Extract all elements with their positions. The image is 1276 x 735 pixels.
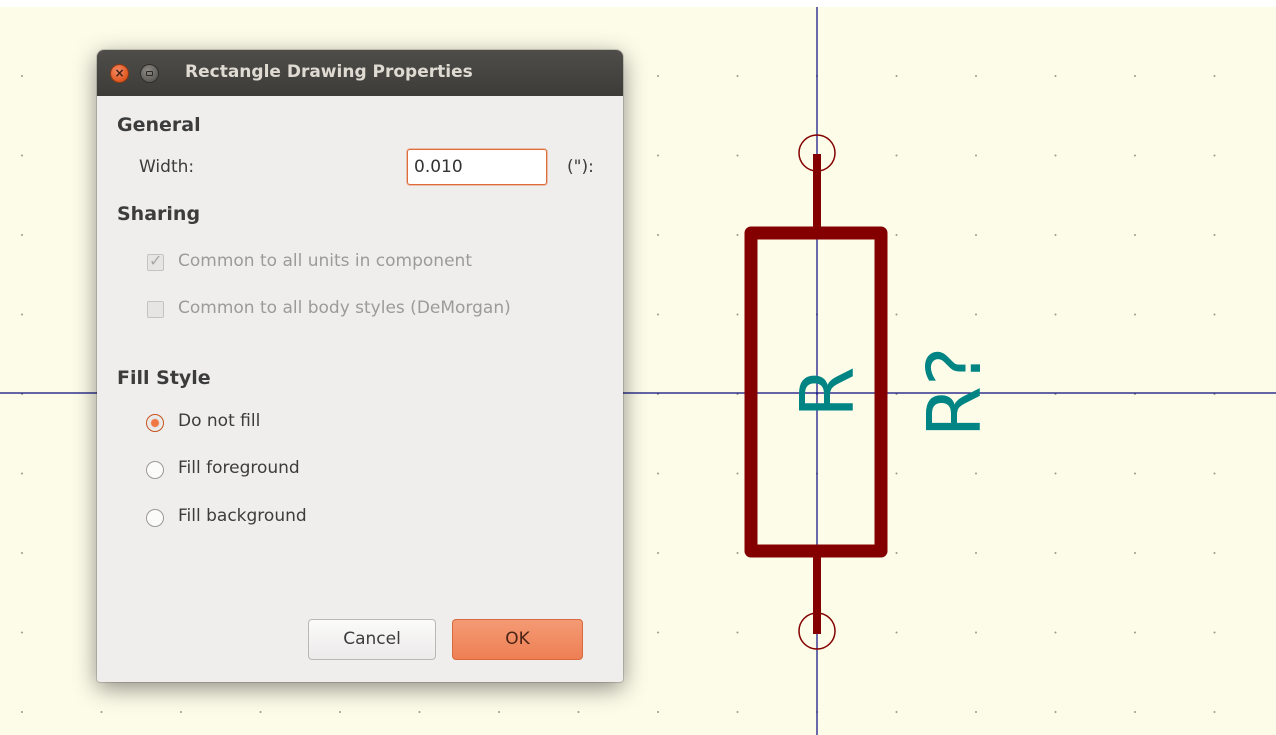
grid-dot (895, 234, 898, 236)
grid-dot (1213, 472, 1216, 475)
grid-dot (1213, 552, 1216, 554)
common-body-styles-label: Common to all body styles (DeMorgan) (178, 298, 511, 318)
fill-style-heading: Fill Style (117, 367, 211, 389)
grid-dot (895, 313, 898, 316)
grid-dot (975, 711, 977, 713)
grid-dot (657, 711, 659, 713)
grid-dot (498, 711, 500, 713)
checkmark-icon: ✓ (149, 251, 163, 270)
grid-dot (1134, 711, 1136, 713)
grid-dot (1134, 472, 1136, 475)
grid-dot (1213, 154, 1216, 157)
cancel-button[interactable]: Cancel (308, 619, 436, 660)
grid-dot (21, 472, 23, 475)
grid-dot (895, 75, 898, 77)
fill-background-label: Fill background (178, 506, 307, 526)
rectangle-properties-dialog: × Rectangle Drawing Properties General W… (97, 50, 623, 682)
grid-dot (180, 711, 182, 713)
close-icon[interactable]: × (110, 64, 129, 83)
sharing-heading: Sharing (117, 203, 201, 225)
grid-dot (657, 234, 659, 236)
grid-dot (736, 154, 739, 157)
grid-dot (1134, 75, 1136, 77)
grid-dot (736, 472, 739, 475)
width-input[interactable] (407, 149, 547, 185)
grid-dot (975, 313, 977, 316)
grid-dot (736, 313, 739, 316)
value-field[interactable]: R (785, 366, 871, 417)
common-units-checkbox[interactable]: ✓ (147, 251, 164, 271)
common-units-label: Common to all units in component (178, 251, 472, 271)
grid-dot (736, 552, 739, 554)
grid-dot (1134, 631, 1136, 634)
grid-dot (21, 75, 23, 77)
grid-dot (1054, 75, 1057, 77)
grid-dot (736, 234, 739, 236)
grid-dot (975, 631, 977, 634)
grid-dot (975, 234, 977, 236)
grid-dot (1134, 313, 1136, 316)
grid-dot (657, 472, 659, 475)
radio-fill-foreground[interactable] (146, 461, 164, 479)
grid-dot (1054, 154, 1057, 157)
grid-dot (975, 472, 977, 475)
dialog-titlebar[interactable]: × Rectangle Drawing Properties (97, 50, 623, 96)
grid-dot (577, 711, 580, 713)
grid-dot (895, 631, 898, 634)
grid-dot (1213, 313, 1216, 316)
grid-dot (1134, 234, 1136, 236)
grid-dot (21, 154, 23, 157)
minimize-icon[interactable] (140, 64, 159, 83)
radio-fill-background[interactable] (146, 509, 164, 527)
grid-dot (1054, 472, 1057, 475)
grid-dot (895, 552, 898, 554)
common-body-styles-checkbox[interactable] (147, 301, 164, 318)
grid-dot (1134, 552, 1136, 554)
grid-dot (1054, 552, 1057, 554)
grid-dot (1213, 75, 1216, 77)
radio-do-not-fill[interactable] (146, 414, 164, 432)
grid-dot (1134, 154, 1136, 157)
grid-dot (736, 75, 739, 77)
grid-dot (736, 631, 739, 634)
grid-dot (1054, 234, 1057, 236)
grid-dot (895, 154, 898, 157)
grid-dot (657, 552, 659, 554)
grid-dot (657, 154, 659, 157)
general-heading: General (117, 114, 201, 136)
grid-dot (1213, 631, 1216, 634)
grid-dot (21, 552, 23, 554)
grid-dot (339, 711, 341, 713)
grid-dot (657, 631, 659, 634)
grid-dot (895, 472, 898, 475)
grid-dot (259, 711, 262, 713)
ok-button[interactable]: OK (452, 619, 583, 660)
grid-dot (21, 234, 23, 236)
dialog-title: Rectangle Drawing Properties (185, 62, 473, 82)
fill-foreground-label: Fill foreground (178, 458, 300, 478)
grid-dot (1213, 711, 1216, 713)
grid-dot (21, 711, 23, 713)
grid-dot (100, 711, 103, 713)
grid-dot (975, 75, 977, 77)
grid-dot (736, 711, 739, 713)
do-not-fill-label: Do not fill (178, 411, 261, 431)
reference-field[interactable]: R? (912, 347, 998, 438)
grid-dot (1213, 234, 1216, 236)
grid-dot (975, 154, 977, 157)
width-unit-label: ("): (567, 157, 594, 177)
grid-dot (1054, 711, 1057, 713)
grid-dot (21, 313, 23, 316)
grid-dot (657, 313, 659, 316)
grid-dot (418, 711, 421, 713)
grid-dot (975, 552, 977, 554)
width-label: Width: (139, 157, 195, 177)
grid-dot (657, 75, 659, 77)
grid-dot (1054, 631, 1057, 634)
grid-dot (895, 711, 898, 713)
grid-dot (1054, 313, 1057, 316)
grid-dot (21, 631, 23, 634)
